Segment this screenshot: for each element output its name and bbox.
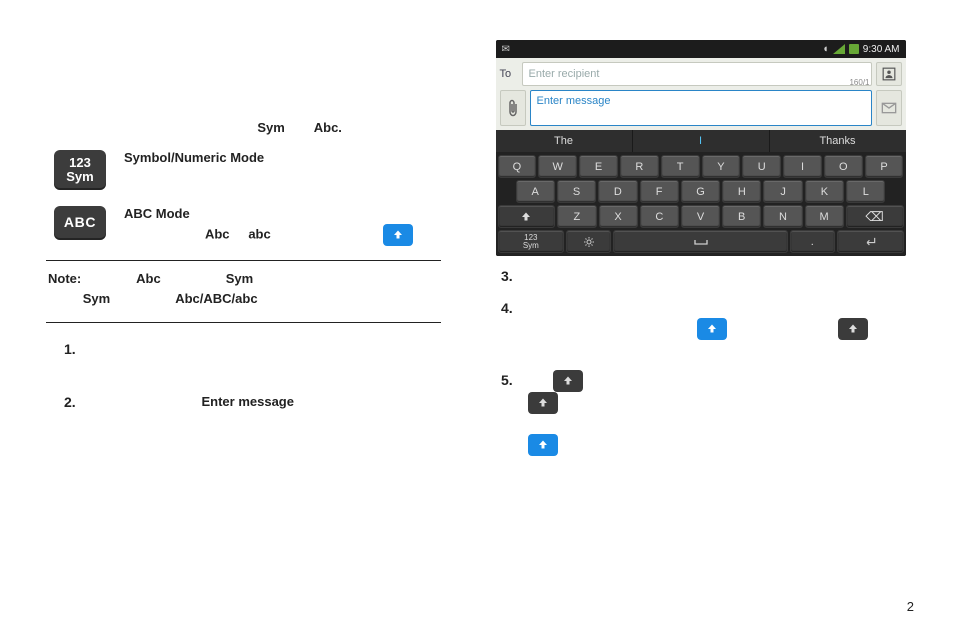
key-n[interactable]: N	[763, 205, 802, 228]
char-counter: 160/1	[849, 78, 869, 87]
suggestion-bar: The I Thanks	[496, 130, 906, 152]
key-j[interactable]: J	[763, 180, 802, 203]
shift-icon-blue-3	[528, 434, 558, 456]
status-time: 9:30 AM	[863, 44, 900, 55]
page-number: 2	[907, 599, 914, 614]
key-x[interactable]: X	[599, 205, 638, 228]
step-1-body: From a screen where you can enter text, …	[88, 339, 447, 378]
key-e[interactable]: E	[579, 155, 618, 178]
key-m[interactable]: M	[805, 205, 844, 228]
shift-icon-blue	[383, 224, 413, 246]
shift-icon-dark-1	[838, 318, 868, 340]
divider-bottom	[46, 322, 441, 323]
abc-mode-key-graphic: ABC	[54, 206, 106, 240]
key-d[interactable]: D	[598, 180, 637, 203]
step-2-body: Touch and hold the Enter message field, …	[88, 392, 447, 431]
keyboard: Q W E R T Y U I O P A S D F G H	[496, 152, 906, 256]
signal-icon	[833, 44, 845, 54]
note-block: Note: When in Abc mode, the Sym button w…	[48, 269, 439, 311]
recipient-input[interactable]: Enter recipient	[522, 62, 872, 86]
key-s[interactable]: S	[557, 180, 596, 203]
right-column: ✉ ◖ 9:30 AM To Enter recipient	[477, 40, 914, 606]
key-a[interactable]: A	[516, 180, 555, 203]
attach-button[interactable]	[500, 90, 526, 126]
battery-icon	[849, 44, 859, 54]
keyboard-row-2: A S D F G H J K L	[498, 180, 904, 203]
sym-mode-title: Symbol/Numeric Mode	[124, 150, 264, 165]
key-p[interactable]: P	[865, 155, 904, 178]
key-t[interactable]: T	[661, 155, 700, 178]
shift-icon-blue-2	[697, 318, 727, 340]
suggestion-2[interactable]: I	[633, 130, 770, 152]
suggestion-3[interactable]: Thanks	[770, 130, 906, 152]
key-c[interactable]: C	[640, 205, 679, 228]
page-footer: Entering Text 02	[810, 599, 914, 614]
phone-screenshot: ✉ ◖ 9:30 AM To Enter recipient	[496, 40, 906, 256]
key-q[interactable]: Q	[498, 155, 537, 178]
shift-icon-dark-2	[553, 370, 583, 392]
key-period[interactable]: .	[790, 230, 835, 253]
step-5-num: 5.	[501, 370, 525, 456]
shift-icon-dark-3	[528, 392, 558, 414]
key-v[interactable]: V	[681, 205, 720, 228]
key-k[interactable]: K	[805, 180, 844, 203]
keyboard-row-3: Z X C V B N M ⌫	[498, 205, 904, 228]
key-b[interactable]: B	[722, 205, 761, 228]
key-sym[interactable]: 123Sym	[498, 230, 565, 253]
key-z[interactable]: Z	[557, 205, 596, 228]
key-y[interactable]: Y	[702, 155, 741, 178]
status-bar: ✉ ◖ 9:30 AM	[496, 40, 906, 58]
notification-icon: ✉	[502, 44, 510, 55]
step-5-body: Tap once to enter a single upper-case le…	[525, 370, 906, 456]
intro-b: The available Text Input modes are: Sym …	[48, 118, 447, 138]
key-l[interactable]: L	[846, 180, 885, 203]
key-f[interactable]: F	[640, 180, 679, 203]
step-3-num: 3.	[501, 266, 525, 288]
keyboard-row-4: 123Sym .	[498, 230, 904, 253]
step-3-body: The screen orientation changes to Landsc…	[525, 266, 906, 288]
step-4-body: Touch the screen to position the cursor …	[525, 298, 906, 360]
footer-section: Entering Text	[810, 599, 886, 614]
key-backspace[interactable]: ⌫	[846, 205, 904, 228]
key-i[interactable]: I	[783, 155, 822, 178]
divider-top	[46, 260, 441, 261]
key-shift[interactable]	[498, 205, 556, 228]
step-2-num: 2.	[64, 392, 88, 431]
compose-area: To Enter recipient 160/1 Enter message	[496, 58, 906, 130]
left-column: Changing the Text Input Mode - Keyboard …	[40, 40, 477, 606]
to-label: To	[500, 68, 518, 80]
key-h[interactable]: H	[722, 180, 761, 203]
sym-mode-key-graphic: 123 Sym	[54, 150, 106, 190]
key-g[interactable]: G	[681, 180, 720, 203]
keyboard-row-1: Q W E R T Y U I O P	[498, 155, 904, 178]
abc-mode-row: ABC ABC Mode: activates the default alph…	[54, 204, 447, 246]
abc-mode-title: ABC Mode	[124, 206, 190, 221]
key-r[interactable]: R	[620, 155, 659, 178]
key-enter[interactable]	[837, 230, 904, 253]
step-4-num: 4.	[501, 298, 525, 360]
suggestion-1[interactable]: The	[496, 130, 633, 152]
key-u[interactable]: U	[742, 155, 781, 178]
key-space[interactable]	[613, 230, 787, 253]
step-1-num: 1.	[64, 339, 88, 378]
add-contact-button[interactable]	[876, 62, 902, 86]
intro-a: There are two main keyboard layout keys …	[48, 71, 447, 110]
key-settings[interactable]	[566, 230, 611, 253]
right-steps: 3. The screen orientation changes to Lan…	[501, 266, 906, 456]
send-button[interactable]	[876, 90, 902, 126]
subheading: Changing the Text Input Mode - Keyboard	[48, 48, 345, 65]
key-w[interactable]: W	[538, 155, 577, 178]
message-input[interactable]: Enter message	[530, 90, 872, 126]
wifi-icon: ◖	[822, 43, 829, 55]
key-o[interactable]: O	[824, 155, 863, 178]
left-steps: 1. From a screen where you can enter tex…	[64, 339, 447, 431]
sym-mode-row: 123 Sym Symbol/Numeric Mode: activates t…	[54, 148, 447, 190]
